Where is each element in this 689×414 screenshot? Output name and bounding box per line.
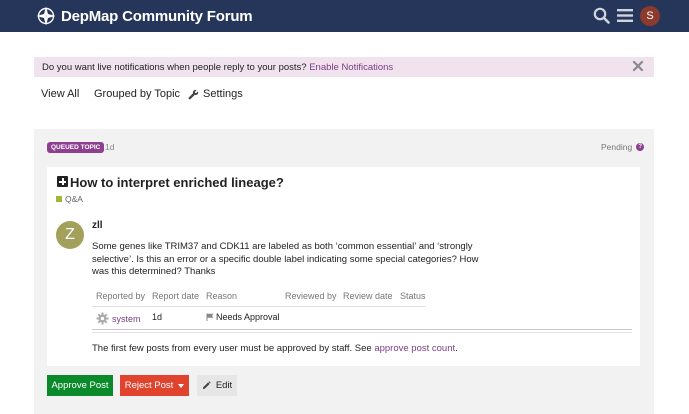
reported-by-cell[interactable]: system	[96, 312, 141, 325]
help-icon[interactable]: ?	[636, 143, 645, 151]
col-reviewed-by: Reviewed by	[285, 291, 337, 301]
reason-text: Needs Approval	[216, 312, 280, 322]
approve-post-button[interactable]: Approve Post	[47, 375, 113, 396]
topic-title[interactable]: How to interpret enriched lineage?	[70, 175, 284, 190]
approval-note-end: .	[455, 343, 458, 354]
site-name: DepMap Community Forum	[61, 7, 253, 25]
plus-square-icon	[57, 176, 68, 187]
queued-topic-badge: QUEUED TOPIC	[47, 142, 105, 153]
reported-by-user: system	[112, 313, 141, 324]
category-name: Q&A	[65, 194, 83, 204]
nav-settings[interactable]: Settings	[188, 88, 243, 100]
approve-post-label: Approve Post	[51, 380, 109, 391]
col-reported-by: Reported by	[96, 291, 146, 301]
reject-post-button[interactable]: Reject Post	[120, 375, 189, 396]
queued-age: 1d	[105, 142, 115, 152]
user-avatar[interactable]: S	[640, 6, 660, 26]
col-report-date: Report date	[152, 291, 200, 301]
table-bottom-border-light	[92, 332, 632, 333]
status-label: Pending	[601, 142, 633, 152]
table-divider	[92, 306, 426, 307]
status-pending: Pending ?	[601, 142, 645, 152]
notification-text: Do you want live notifications when peop…	[42, 62, 393, 73]
category-color-swatch	[56, 196, 62, 202]
report-date-cell: 1d	[152, 312, 163, 322]
approval-note: The first few posts from every user must…	[92, 343, 458, 354]
compass-logo-icon	[36, 6, 56, 26]
edit-label: Edit	[215, 380, 233, 391]
reason-cell: Needs Approval	[206, 312, 280, 322]
close-icon[interactable]	[632, 60, 644, 72]
post-body: Some genes like TRIM37 and CDK11 are lab…	[92, 241, 479, 277]
pencil-icon	[202, 381, 211, 390]
col-status: Status	[400, 291, 426, 301]
site-logo[interactable]: DepMap Community Forum	[36, 6, 253, 26]
hamburger-menu-icon[interactable]	[617, 8, 633, 23]
approval-note-text: The first few posts from every user must…	[92, 343, 372, 354]
nav-grouped-by-topic[interactable]: Grouped by Topic	[94, 88, 180, 100]
caret-down-icon	[178, 383, 185, 388]
poster-avatar[interactable]: Z	[56, 221, 84, 249]
flag-icon	[206, 313, 214, 321]
category-badge[interactable]: Q&A	[56, 194, 83, 204]
col-review-date: Review date	[343, 291, 393, 301]
site-header: DepMap Community Forum S	[0, 0, 689, 32]
approve-post-count-link[interactable]: approve post count	[374, 343, 455, 354]
table-bottom-border	[92, 329, 632, 330]
col-reason: Reason	[206, 291, 238, 301]
edit-button[interactable]: Edit	[197, 375, 237, 396]
poster-username[interactable]: zll	[92, 220, 103, 231]
enable-notifications-link[interactable]: Enable Notifications	[309, 62, 393, 73]
notification-banner: Do you want live notifications when peop…	[34, 57, 654, 77]
nav-view-all[interactable]: View All	[41, 88, 79, 100]
notification-question: Do you want live notifications when peop…	[42, 62, 307, 73]
nav-settings-label: Settings	[203, 88, 243, 100]
search-icon[interactable]	[593, 7, 610, 24]
gear-icon	[96, 312, 109, 325]
reject-post-label: Reject Post	[124, 380, 174, 391]
wrench-icon	[188, 89, 199, 99]
